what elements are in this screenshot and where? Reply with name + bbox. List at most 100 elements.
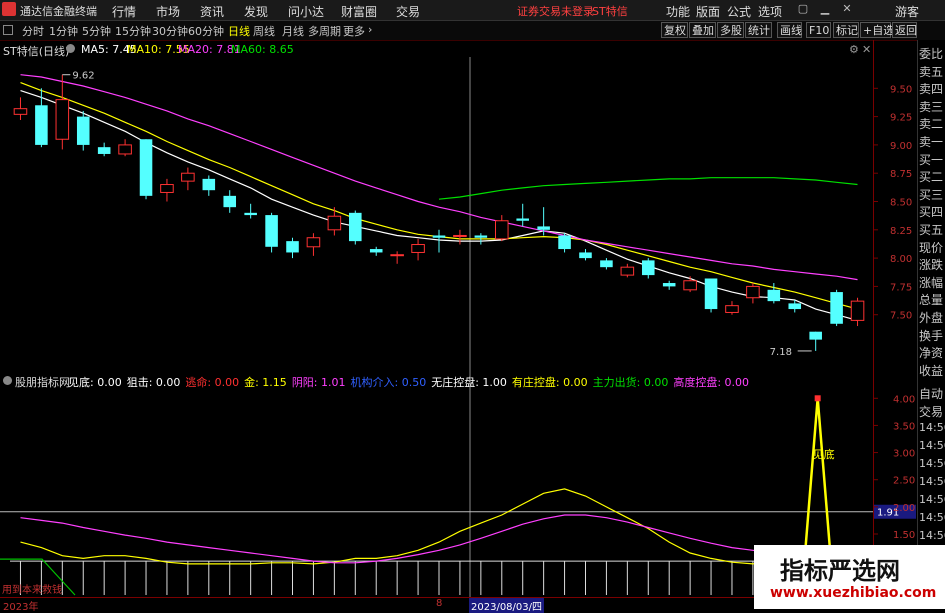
gold-line xyxy=(20,488,858,565)
candle xyxy=(55,74,70,150)
menu-ask[interactable]: 问小达 xyxy=(288,3,324,20)
price-axis-divider xyxy=(873,40,874,600)
y-tick-label: 8.25 xyxy=(890,226,912,237)
candle-body xyxy=(683,280,697,291)
skin-icon[interactable]: ▢ xyxy=(796,2,810,16)
menu-formula[interactable]: 公式 xyxy=(727,3,751,20)
period-tab-daily[interactable]: 日线 xyxy=(228,23,250,39)
candle-body xyxy=(265,215,278,247)
y-tick-label: 8.75 xyxy=(890,169,912,180)
y-tick-label: 3.00 xyxy=(893,449,915,460)
menu-market[interactable]: 市场 xyxy=(156,3,180,20)
candle-body xyxy=(830,292,843,324)
candle-body xyxy=(432,235,446,238)
login-alert[interactable]: 证券交易未登录 xyxy=(517,3,594,19)
candle xyxy=(181,167,195,191)
close-icon[interactable]: ✕ xyxy=(840,2,854,16)
candle-body xyxy=(474,235,488,238)
quote-label-11: 现价 xyxy=(919,240,944,255)
statistics-button[interactable]: 统计 xyxy=(745,22,772,38)
y-tick-label: 9.00 xyxy=(890,141,912,152)
period-tab-weekly[interactable]: 周线 xyxy=(253,23,275,39)
restore-rights-button[interactable]: 复权 xyxy=(661,22,688,38)
candle-body xyxy=(662,283,676,287)
y-tick-label: 2.00 xyxy=(893,503,915,514)
overlay-button[interactable]: 叠加 xyxy=(689,22,716,38)
menu-discover[interactable]: 发现 xyxy=(244,3,268,20)
candle xyxy=(453,229,467,245)
candle xyxy=(704,278,718,313)
high-price-label: 9.62 xyxy=(72,71,94,82)
minimize-icon[interactable]: ▁ xyxy=(818,2,832,16)
watermark-title: 指标严选网 xyxy=(780,557,900,585)
period-tab-60min[interactable]: 60分钟 xyxy=(188,23,224,39)
guest-label[interactable]: 游客 xyxy=(895,3,919,20)
y-tick-label: 9.50 xyxy=(890,84,912,95)
period-tab-timeshare[interactable]: 分时 xyxy=(22,23,44,39)
candle-body xyxy=(327,215,342,231)
back-button[interactable]: 返回 xyxy=(892,22,917,38)
menu-quotes[interactable]: 行情 xyxy=(112,3,136,20)
multi-stock-button[interactable]: 多股 xyxy=(717,22,744,38)
period-tab-5min[interactable]: 5分钟 xyxy=(82,23,111,39)
quote-label-0: 委比 xyxy=(919,47,944,61)
draw-line-button[interactable]: 画线 xyxy=(777,22,802,38)
y-tick-label: 3.50 xyxy=(893,421,915,432)
menu-function[interactable]: 功能 xyxy=(666,3,690,20)
candle xyxy=(558,233,571,253)
candle xyxy=(202,175,216,196)
app-logo-icon xyxy=(2,2,16,16)
quote-label-12: 涨跌 xyxy=(919,258,944,273)
candle-body xyxy=(202,178,216,191)
tick-time-1: 交易 xyxy=(919,405,944,419)
candle xyxy=(683,276,697,293)
candle xyxy=(620,263,635,278)
candle xyxy=(390,251,404,264)
y-tick-label: 4.00 xyxy=(893,394,915,405)
tick-time-3: 14:56 xyxy=(919,439,945,452)
candle-body xyxy=(411,244,425,253)
quote-label-13: 涨幅 xyxy=(919,275,944,290)
f10-button[interactable]: F10 xyxy=(806,22,831,38)
candle xyxy=(641,258,655,279)
layout-icon[interactable] xyxy=(3,25,13,35)
tick-time-8: 14:56 xyxy=(919,529,945,542)
candle-body xyxy=(369,249,383,253)
candle xyxy=(369,246,383,256)
candle xyxy=(306,233,321,256)
bottom-signal-marker xyxy=(814,395,821,402)
period-tab-monthly[interactable]: 月线 xyxy=(282,23,304,39)
quote-label-4: 卖二 xyxy=(919,117,944,132)
title-bar: 通达信金融终端 行情 市场 资讯 发现 问小达 财富圈 交易 证券交易未登录 S… xyxy=(0,0,945,21)
candle-body xyxy=(704,278,718,310)
candle-body xyxy=(850,300,865,321)
candle-body xyxy=(579,252,592,259)
menu-news[interactable]: 资讯 xyxy=(200,3,224,20)
period-tab-more[interactable]: 更多 xyxy=(343,23,365,39)
mark-button[interactable]: 标记 xyxy=(833,22,859,38)
candle xyxy=(139,139,153,200)
menu-layout[interactable]: 版面 xyxy=(696,3,720,20)
y-tick-label: 7.75 xyxy=(890,282,912,293)
candle-body xyxy=(746,285,760,299)
add-watchlist-button[interactable]: +自选 xyxy=(860,22,894,38)
quote-label-10: 买五 xyxy=(919,223,944,237)
period-tab-15min[interactable]: 15分钟 xyxy=(115,23,151,39)
candle-body xyxy=(223,195,237,208)
candle xyxy=(579,249,592,261)
candle xyxy=(746,283,760,304)
menu-trade[interactable]: 交易 xyxy=(396,3,420,20)
period-tab-30min[interactable]: 30分钟 xyxy=(152,23,188,39)
candlestick-chart[interactable]: 9.50 9.25 9.00 8.75 8.50 8.25 8.00 7.75 7.50 9.62… xyxy=(0,40,916,372)
candle-body xyxy=(118,144,132,155)
candle xyxy=(411,238,425,261)
candle xyxy=(830,289,843,327)
period-tab-1min[interactable]: 1分钟 xyxy=(49,23,78,39)
ma5-line xyxy=(20,90,858,321)
menu-options[interactable]: 选项 xyxy=(758,3,782,20)
tick-time-4: 14:56 xyxy=(919,457,945,470)
more-chevron-icon[interactable]: › xyxy=(368,23,372,36)
menu-wealth[interactable]: 财富圈 xyxy=(341,3,377,20)
period-tab-multi[interactable]: 多周期 xyxy=(308,23,341,39)
candle-body xyxy=(349,212,362,242)
